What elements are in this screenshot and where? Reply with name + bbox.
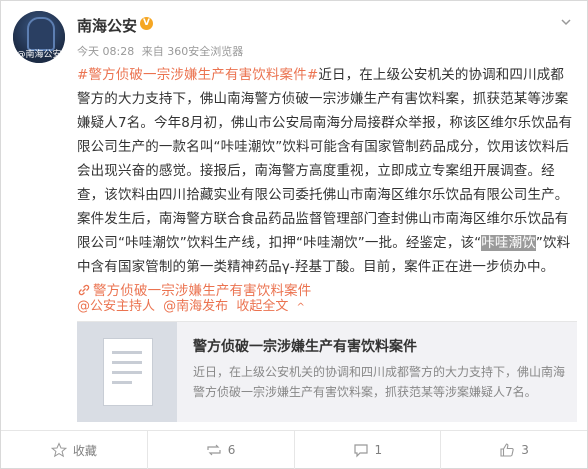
comment-count: 1 bbox=[374, 443, 383, 457]
avatar-figure bbox=[27, 17, 55, 51]
favorite-label: 收藏 bbox=[72, 443, 97, 458]
thumbs-up-icon bbox=[500, 443, 514, 457]
preview-description: 近日，在上级公安机关的协调和四川成都警方的大力支持下，佛山南海警方侦破一宗涉嫌生… bbox=[193, 365, 566, 399]
like-button[interactable]: 3 bbox=[440, 431, 587, 469]
preview-title: 警方侦破一宗涉嫌生产有害饮料案件 bbox=[193, 339, 417, 355]
post-source: 来自 360安全浏览器 bbox=[141, 45, 244, 58]
collapse-text-label: 收起全文 bbox=[236, 299, 289, 314]
collapse-text-button[interactable]: 收起全文 ^ bbox=[236, 299, 309, 314]
favorite-button[interactable]: 收藏 bbox=[1, 431, 147, 469]
like-count: 3 bbox=[521, 443, 529, 457]
avatar[interactable]: @南海公安 bbox=[13, 11, 65, 63]
comment-icon bbox=[353, 444, 368, 458]
body-highlight: 咔哇潮饮 bbox=[481, 235, 536, 251]
post-time[interactable]: 今天 08:28 bbox=[77, 45, 134, 58]
repost-button[interactable]: 6 bbox=[146, 431, 294, 469]
username[interactable]: 南海公安 bbox=[77, 15, 137, 36]
doc-line bbox=[112, 351, 142, 354]
chevron-down-icon[interactable] bbox=[559, 15, 573, 29]
doc-line bbox=[112, 361, 142, 364]
doc-line bbox=[112, 371, 142, 374]
mention-link[interactable]: @南海发布 bbox=[163, 299, 228, 314]
avatar-text: @南海公安 bbox=[16, 50, 62, 60]
mentions-row: @公安主持人 @南海发布 收起全文 ^ bbox=[77, 295, 313, 314]
document-icon bbox=[77, 322, 177, 422]
link-preview-card[interactable]: 警方侦破一宗涉嫌生产有害饮料案件 近日，在上级公安机关的协调和四川成都警方的大力… bbox=[77, 321, 577, 422]
verified-badge-icon: V bbox=[140, 17, 153, 30]
doc-page bbox=[103, 338, 153, 406]
comment-button[interactable]: 1 bbox=[293, 431, 441, 469]
mention-link[interactable]: @公安主持人 bbox=[77, 299, 155, 314]
star-icon bbox=[50, 442, 67, 458]
doc-line bbox=[112, 381, 132, 384]
weibo-card: @南海公安 南海公安 V 今天 08:28 来自 360安全浏览器 #警方侦破一… bbox=[0, 0, 588, 469]
chevron-up-icon: ^ bbox=[296, 302, 305, 313]
post-meta: 今天 08:28 来自 360安全浏览器 bbox=[77, 43, 247, 59]
body-text: 近日，在上级公安机关的协调和四川成都警方的大力支持下，佛山南海警方侦破一宗涉嫌生… bbox=[77, 67, 573, 251]
topic-tag[interactable]: #警方侦破一宗涉嫌生产有害饮料案件# bbox=[77, 67, 318, 83]
post-body: #警方侦破一宗涉嫌生产有害饮料案件#近日，在上级公安机关的协调和四川成都警方的大… bbox=[77, 63, 575, 303]
repost-icon bbox=[207, 444, 221, 456]
action-bar: 收藏 6 1 3 bbox=[1, 430, 587, 469]
repost-count: 6 bbox=[227, 443, 236, 457]
